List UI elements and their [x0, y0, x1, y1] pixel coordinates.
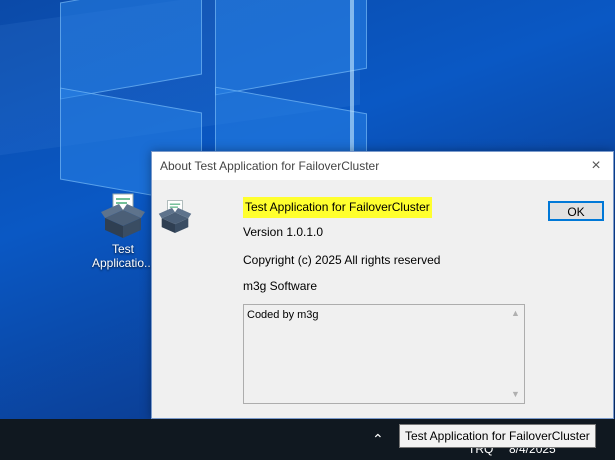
- package-icon: [101, 192, 145, 238]
- dialog-title: About Test Application for FailoverClust…: [160, 159, 380, 173]
- version-label: Version 1.0.1.0: [243, 225, 324, 239]
- package-icon: [158, 199, 192, 233]
- desktop-shortcut-label-2: Applicatio...: [91, 256, 155, 270]
- product-name: Test Application for FailoverCluster: [243, 197, 432, 218]
- ok-button[interactable]: OK: [548, 201, 604, 221]
- scroll-up-icon[interactable]: ▲: [507, 305, 524, 322]
- dialog-titlebar[interactable]: About Test Application for FailoverClust…: [152, 152, 613, 180]
- close-icon[interactable]: ×: [579, 152, 613, 180]
- about-dialog: About Test Application for FailoverClust…: [151, 151, 614, 419]
- desktop-shortcut-label-1: Test: [111, 242, 134, 256]
- chevron-up-icon[interactable]: ⌃: [372, 431, 384, 448]
- company-label: m3g Software: [243, 279, 318, 293]
- scroll-down-icon[interactable]: ▼: [507, 386, 524, 403]
- description-textbox[interactable]: Coded by m3g ▲ ▼: [243, 304, 525, 404]
- description-text: Coded by m3g: [247, 309, 319, 321]
- vertical-scrollbar[interactable]: ▲ ▼: [507, 305, 524, 403]
- desktop-shortcut[interactable]: Test Applicatio...: [88, 192, 158, 270]
- copyright-label: Copyright (c) 2025 All rights reserved: [243, 253, 441, 267]
- tray-tooltip: Test Application for FailoverCluster: [399, 424, 596, 448]
